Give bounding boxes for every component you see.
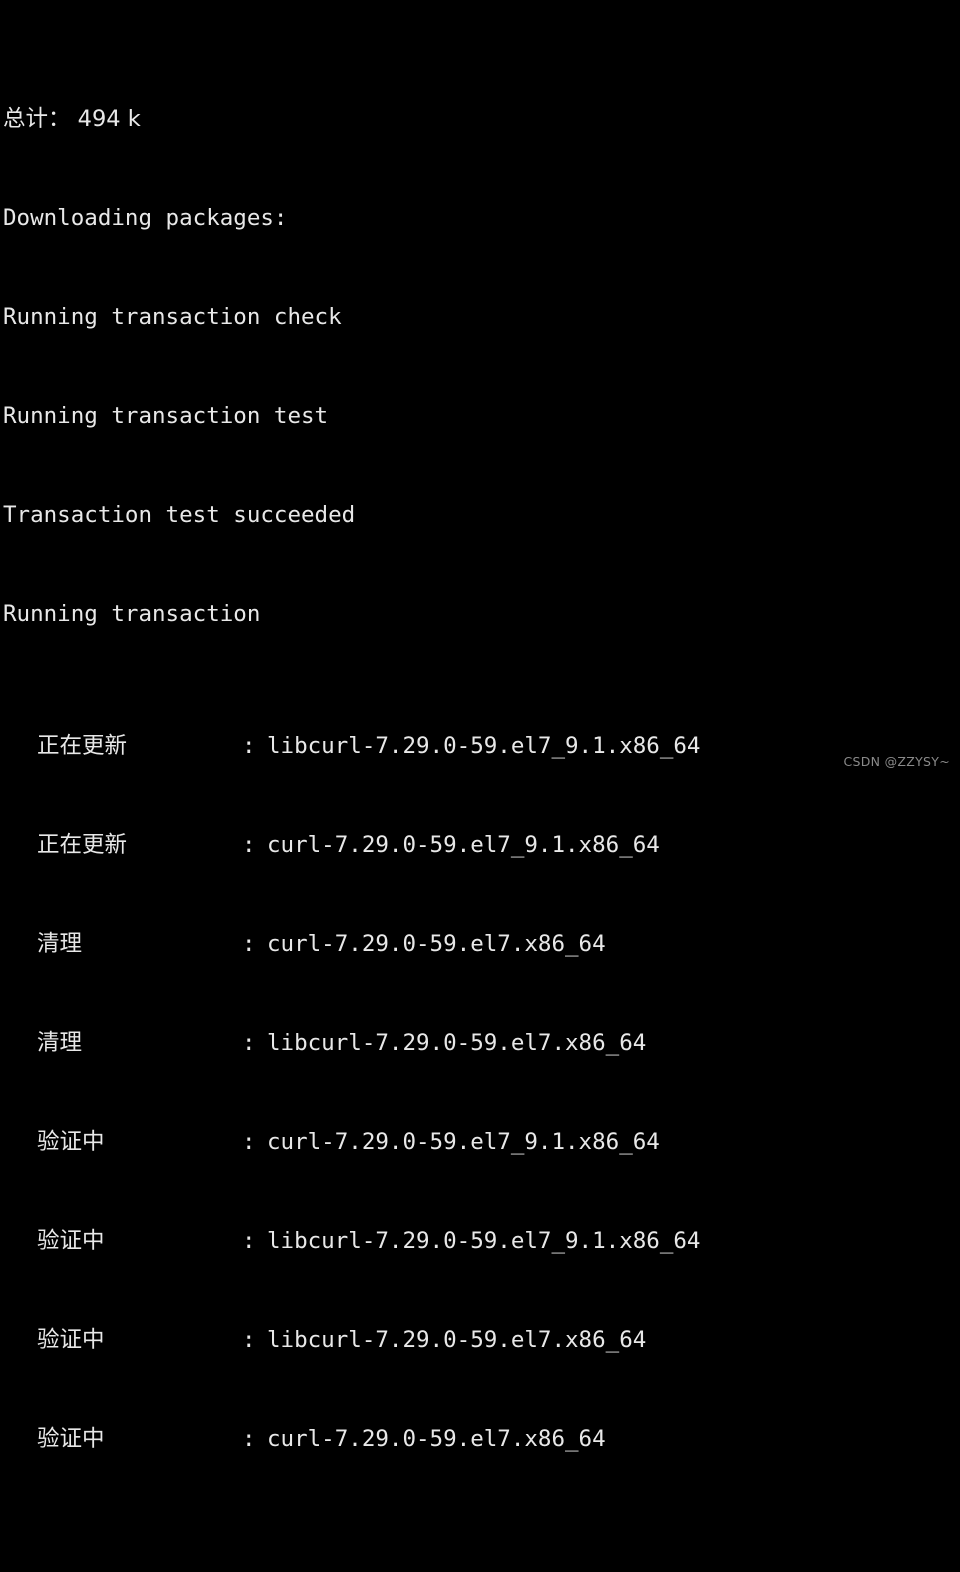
watermark-label: CSDN @ZZYSY~ <box>843 754 950 769</box>
row-status: 正在更新 <box>37 733 128 759</box>
terminal-line-transaction-test-succeeded: Transaction test succeeded <box>3 502 356 528</box>
transaction-row: 清理 : curl-7.29.0-59.el7.x86_64 <box>0 928 960 961</box>
row-package: libcurl-7.29.0-59.el7_9.1.x86_64 <box>267 1228 701 1254</box>
row-status: 验证中 <box>37 1228 105 1254</box>
row-status: 清理 <box>37 931 83 957</box>
transaction-row: 验证中 : libcurl-7.29.0-59.el7_9.1.x86_64 <box>0 1225 960 1258</box>
row-package: curl-7.29.0-59.el7.x86_64 <box>267 1426 606 1452</box>
transaction-row: 验证中 : libcurl-7.29.0-59.el7.x86_64 <box>0 1324 960 1357</box>
row-package: libcurl-7.29.0-59.el7.x86_64 <box>267 1327 647 1353</box>
row-status: 验证中 <box>37 1426 105 1452</box>
row-status: 验证中 <box>37 1327 105 1353</box>
row-separator: : <box>242 1129 256 1155</box>
transaction-row: 正在更新 : curl-7.29.0-59.el7_9.1.x86_64 <box>0 829 960 862</box>
row-status: 验证中 <box>37 1129 105 1155</box>
transaction-row: 正在更新 : libcurl-7.29.0-59.el7_9.1.x86_64 <box>0 730 960 763</box>
row-package: libcurl-7.29.0-59.el7_9.1.x86_64 <box>267 733 701 759</box>
transaction-row: 清理 : libcurl-7.29.0-59.el7.x86_64 <box>0 1027 960 1060</box>
row-package: curl-7.29.0-59.el7_9.1.x86_64 <box>267 832 660 858</box>
terminal-line-transaction-test: Running transaction test <box>3 403 329 429</box>
row-package: curl-7.29.0-59.el7.x86_64 <box>267 931 606 957</box>
row-status: 清理 <box>37 1030 83 1056</box>
terminal-line-running-transaction: Running transaction <box>3 601 261 627</box>
terminal-output[interactable]: 总计： 494 k Downloading packages: Running … <box>0 0 960 1452</box>
row-package: curl-7.29.0-59.el7_9.1.x86_64 <box>267 1129 660 1155</box>
row-separator: : <box>242 1327 256 1353</box>
transaction-row: 验证中 : curl-7.29.0-59.el7_9.1.x86_64 <box>0 1126 960 1159</box>
row-separator: : <box>242 832 256 858</box>
row-status: 正在更新 <box>37 832 128 858</box>
terminal-line-total: 总计： 494 k <box>3 106 141 132</box>
row-separator: : <box>242 931 256 957</box>
transaction-row: 验证中 : curl-7.29.0-59.el7.x86_64 <box>0 1423 960 1456</box>
row-package: libcurl-7.29.0-59.el7.x86_64 <box>267 1030 647 1056</box>
row-separator: : <box>242 1030 256 1056</box>
terminal-line-downloading: Downloading packages: <box>3 205 288 231</box>
row-separator: : <box>242 1228 256 1254</box>
row-separator: : <box>242 1426 256 1452</box>
row-separator: : <box>242 733 256 759</box>
terminal-line-transaction-check: Running transaction check <box>3 304 342 330</box>
